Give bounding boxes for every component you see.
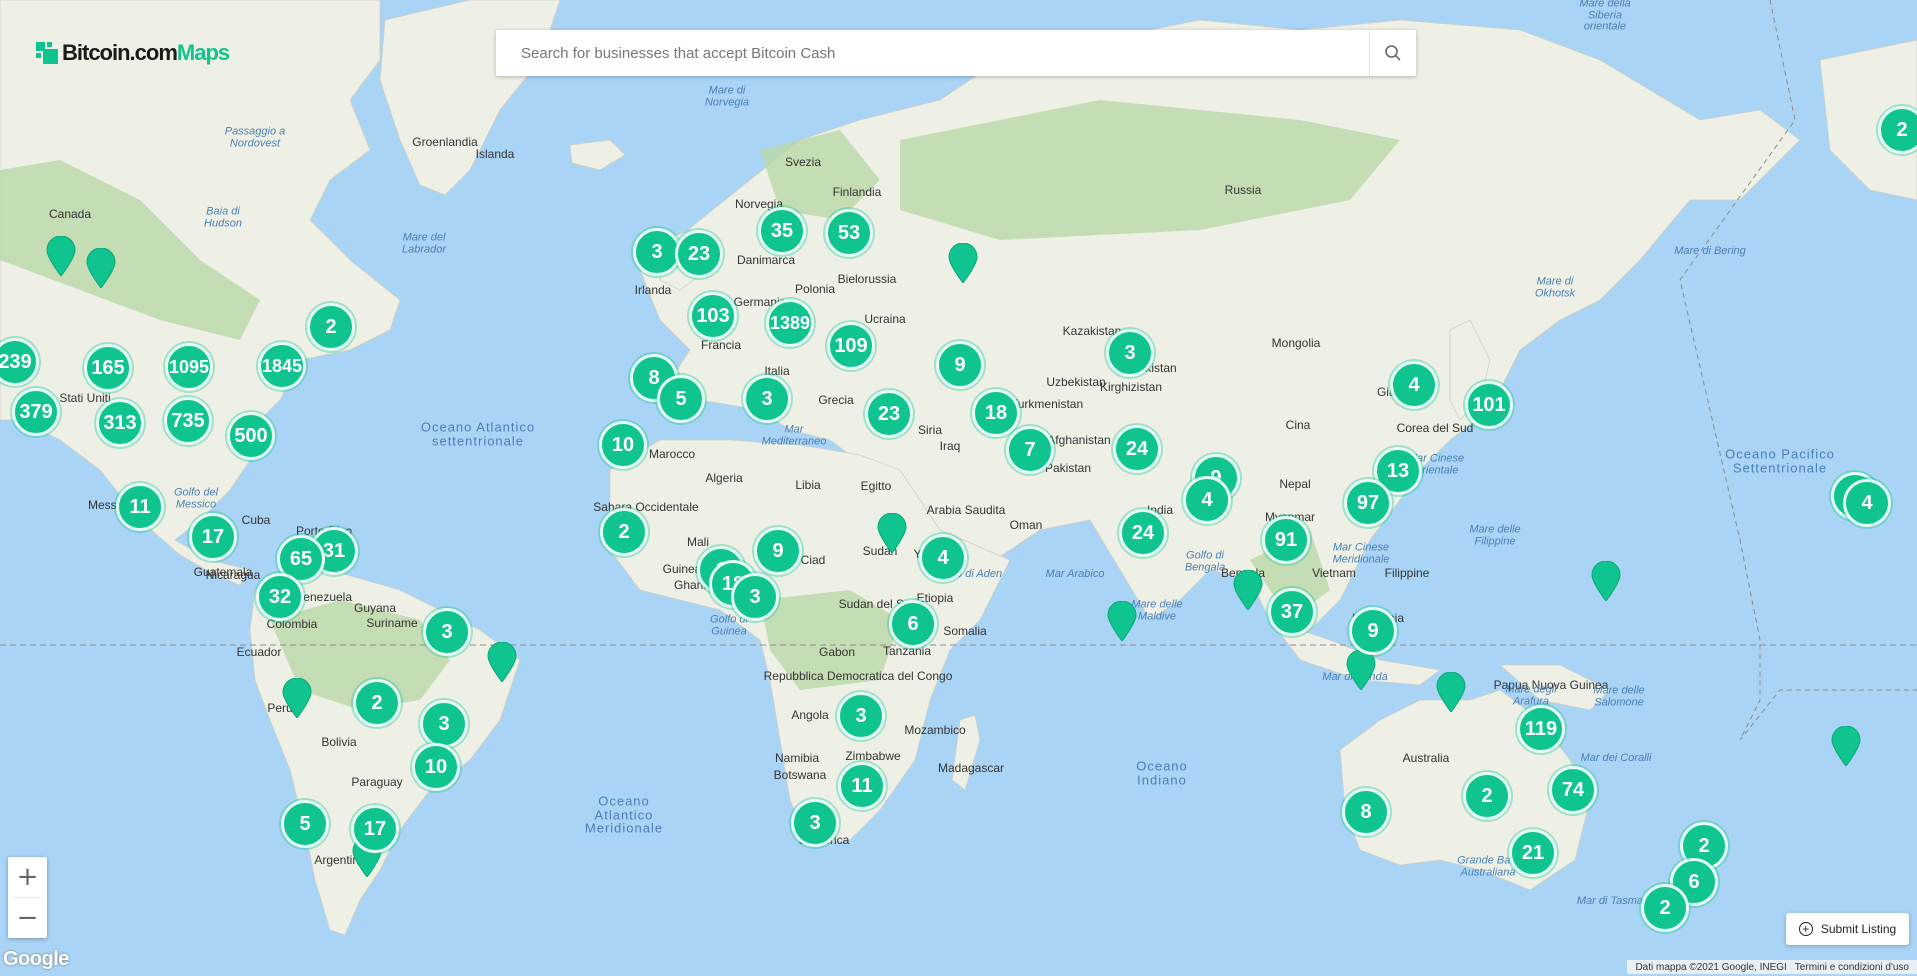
cluster-marker[interactable]: 32 [256, 573, 304, 621]
cluster-marker[interactable]: 9 [754, 527, 802, 575]
cluster-marker[interactable]: 35 [758, 207, 806, 255]
cluster-marker[interactable]: 3 [633, 228, 681, 276]
cluster-marker[interactable]: 109 [827, 322, 875, 370]
zoom-out-button[interactable]: − [8, 898, 47, 938]
cluster-marker[interactable]: 17 [189, 513, 237, 561]
map-pin-icon[interactable] [86, 247, 116, 289]
cluster-marker[interactable]: 3 [423, 608, 471, 656]
map-pin-icon[interactable] [1591, 560, 1621, 602]
map-pin-icon[interactable] [1831, 725, 1861, 767]
submit-listing-button[interactable]: + Submit Listing [1786, 913, 1909, 945]
logo[interactable]: Bitcoin.comMaps [36, 40, 230, 66]
map-pin-icon[interactable] [1107, 600, 1137, 642]
cluster-marker[interactable]: 37 [1268, 588, 1316, 636]
cluster-marker[interactable]: 101 [1465, 381, 1513, 429]
map-pin-icon[interactable] [487, 641, 517, 683]
map-pin-icon[interactable] [1346, 649, 1376, 691]
cluster-marker[interactable]: 24 [1119, 509, 1167, 557]
cluster-marker[interactable]: 3 [743, 375, 791, 423]
cluster-marker[interactable]: 2 [600, 508, 648, 556]
map-pin-icon[interactable] [877, 512, 907, 554]
map-pin-icon[interactable] [1233, 569, 1263, 611]
cluster-marker[interactable]: 3 [837, 692, 885, 740]
cluster-marker[interactable]: 2 [307, 303, 355, 351]
cluster-marker[interactable]: 97 [1344, 479, 1392, 527]
map-pin-icon[interactable] [948, 242, 978, 284]
cluster-marker[interactable]: 5 [657, 375, 705, 423]
cluster-marker[interactable]: 7 [1006, 426, 1054, 474]
cluster-marker[interactable]: 313 [96, 399, 144, 447]
submit-listing-label: Submit Listing [1820, 922, 1897, 936]
cluster-marker[interactable]: 11 [116, 483, 164, 531]
cluster-marker[interactable]: 1095 [165, 343, 213, 391]
search-button[interactable] [1369, 30, 1416, 76]
map-data-credit: Dati mappa ©2021 Google, INEGI [1635, 961, 1787, 973]
cluster-marker[interactable]: 6 [889, 600, 937, 648]
cluster-marker[interactable]: 91 [1262, 516, 1310, 564]
cluster-marker[interactable]: 2 [353, 679, 401, 727]
cluster-marker[interactable]: 21 [1509, 829, 1557, 877]
cluster-marker[interactable]: 3 [791, 799, 839, 847]
logo-text: Bitcoin.comMaps [62, 40, 230, 65]
cluster-marker[interactable]: 119 [1517, 705, 1565, 753]
cluster-marker[interactable]: 53 [825, 209, 873, 257]
map-pin-icon[interactable] [46, 235, 76, 277]
cluster-marker[interactable]: 1389 [766, 299, 814, 347]
cluster-marker[interactable]: 4 [1183, 476, 1231, 524]
cluster-marker[interactable]: 18 [972, 389, 1020, 437]
cluster-marker[interactable]: 17 [351, 805, 399, 853]
cluster-marker[interactable]: 10 [412, 743, 460, 791]
cluster-marker[interactable]: 8 [1342, 788, 1390, 836]
cluster-marker[interactable]: 4 [1843, 479, 1891, 527]
cluster-marker[interactable]: 4 [919, 534, 967, 582]
search-icon [1385, 45, 1401, 61]
cluster-marker[interactable]: 500 [227, 412, 275, 460]
search-bar [496, 30, 1416, 76]
cluster-marker[interactable]: 23 [865, 390, 913, 438]
cluster-marker[interactable]: 735 [164, 397, 212, 445]
zoom-control: + − [8, 857, 47, 938]
cluster-marker[interactable]: 165 [84, 344, 132, 392]
terms-link[interactable]: Termini e condizioni d'uso [1791, 962, 1913, 973]
cluster-marker[interactable]: 11 [838, 762, 886, 810]
cluster-marker[interactable]: 9 [936, 341, 984, 389]
search-input[interactable] [496, 30, 1369, 76]
zoom-in-button[interactable]: + [8, 857, 47, 897]
cluster-marker[interactable]: 24 [1113, 425, 1161, 473]
plus-circle-icon: + [1798, 922, 1813, 936]
cluster-marker[interactable]: 3 [420, 700, 468, 748]
bitcoin-com-logo-icon [36, 42, 58, 64]
map-attribution: Dati mappa ©2021 Google, INEGI Termini e… [1627, 960, 1917, 974]
cluster-marker[interactable]: 3 [731, 573, 779, 621]
cluster-marker[interactable]: 5 [281, 800, 329, 848]
cluster-marker[interactable]: 1845 [258, 342, 306, 390]
cluster-marker[interactable]: 103 [689, 292, 737, 340]
map-pin-icon[interactable] [282, 677, 312, 719]
cluster-marker[interactable]: 4 [1390, 361, 1438, 409]
cluster-marker[interactable]: 2 [1463, 772, 1511, 820]
cluster-marker[interactable]: 23 [675, 230, 723, 278]
google-logo: Google [3, 948, 69, 970]
map-pin-icon[interactable] [1436, 671, 1466, 713]
cluster-marker[interactable]: 74 [1549, 766, 1597, 814]
cluster-marker[interactable]: 9 [1349, 607, 1397, 655]
cluster-marker[interactable]: 2 [1641, 884, 1689, 932]
cluster-marker[interactable]: 379 [12, 388, 60, 436]
cluster-marker[interactable]: 3 [1106, 329, 1154, 377]
cluster-marker[interactable]: 10 [599, 421, 647, 469]
